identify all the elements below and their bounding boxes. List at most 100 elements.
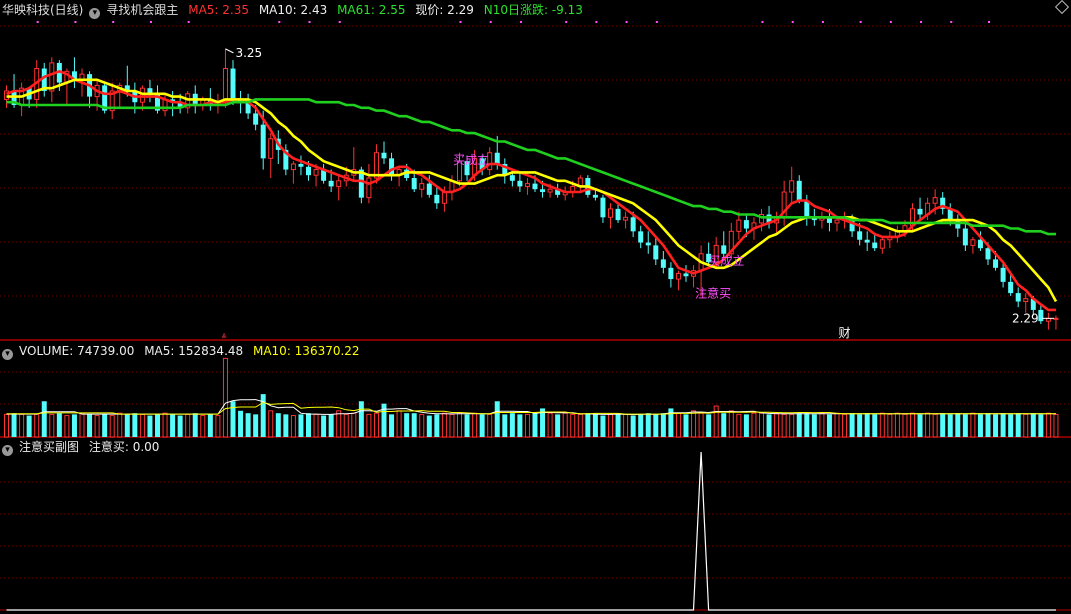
volume-bar bbox=[600, 415, 606, 437]
volume-bar bbox=[532, 413, 538, 437]
candle bbox=[962, 222, 968, 251]
candle-body bbox=[789, 180, 795, 193]
ma61-label: MA61: 2.55 bbox=[337, 3, 406, 17]
volume-bar bbox=[71, 414, 77, 437]
high-marker-line bbox=[225, 48, 234, 54]
volume-bar bbox=[245, 413, 251, 437]
volume-bar bbox=[502, 414, 508, 437]
signal-dot bbox=[625, 21, 628, 23]
candle-body bbox=[336, 180, 342, 187]
volume-bar bbox=[902, 413, 908, 438]
signal-dot bbox=[950, 21, 953, 23]
sub-title: 注意买副图 bbox=[19, 440, 80, 454]
candle bbox=[396, 166, 402, 187]
volume-bar bbox=[781, 413, 787, 438]
volume-bar bbox=[683, 414, 689, 437]
dropdown-icon[interactable]: ▾ bbox=[89, 8, 101, 19]
volume-bar bbox=[706, 414, 712, 437]
volume-bar bbox=[64, 415, 70, 438]
volume-bar bbox=[698, 412, 704, 438]
volume-bar bbox=[207, 414, 213, 437]
volume-bar bbox=[993, 414, 999, 437]
volume-bar bbox=[947, 414, 953, 437]
candle bbox=[774, 211, 780, 235]
candle-body bbox=[1023, 298, 1029, 303]
volume-bar bbox=[426, 415, 432, 437]
signal-dot bbox=[565, 21, 568, 23]
candle-body bbox=[645, 242, 651, 246]
volume-bar bbox=[623, 413, 629, 438]
volume-bar bbox=[487, 413, 493, 438]
volume-bar bbox=[555, 414, 561, 437]
volume-bar bbox=[109, 415, 115, 438]
event-marker: ⩓ bbox=[221, 331, 226, 341]
volume-bar bbox=[155, 414, 160, 437]
volume-bar bbox=[592, 414, 598, 437]
candle bbox=[562, 186, 568, 201]
volume-bar bbox=[102, 414, 108, 437]
candle bbox=[185, 90, 191, 114]
last-price-label: 2.29 bbox=[1012, 311, 1039, 325]
candle-body bbox=[230, 68, 236, 100]
signal-dot bbox=[889, 21, 892, 23]
chart-stage: 3.25 2.29 买成立 买成立 注意买财 ⩓ 华映科技(日线) ▾ 寻找机会跟主 MA5:… bbox=[0, 0, 1071, 614]
volume-bar bbox=[917, 414, 923, 437]
candle bbox=[162, 93, 168, 117]
volume-bar bbox=[570, 413, 576, 438]
candle bbox=[434, 186, 440, 209]
volume-bar bbox=[449, 413, 455, 438]
volume-bar bbox=[804, 413, 810, 437]
volume-bar bbox=[366, 413, 372, 438]
dropdown-icon[interactable]: ▾ bbox=[2, 445, 13, 456]
signal-dot bbox=[338, 21, 341, 23]
buy-signal-label: 买成立 bbox=[453, 152, 489, 167]
candle-body bbox=[917, 208, 923, 215]
signal-dot bbox=[595, 21, 598, 23]
volume-bar bbox=[132, 413, 138, 437]
candle bbox=[1038, 304, 1044, 324]
volume-bar bbox=[849, 413, 855, 437]
candle-body bbox=[743, 220, 749, 229]
volume-bar bbox=[306, 413, 311, 437]
signal-dot bbox=[791, 21, 794, 23]
candle bbox=[864, 231, 870, 251]
candle bbox=[577, 175, 583, 193]
volume-bar bbox=[887, 413, 893, 438]
candle bbox=[796, 175, 802, 204]
candle bbox=[675, 270, 681, 291]
candle-body bbox=[419, 183, 425, 190]
candle bbox=[49, 57, 55, 103]
signal-dot bbox=[308, 21, 311, 23]
volume-bar bbox=[789, 413, 795, 438]
candle-body bbox=[389, 158, 395, 176]
volume-bar bbox=[472, 412, 478, 438]
volume-bar bbox=[517, 414, 523, 437]
candle-body bbox=[517, 180, 523, 187]
volume-bar bbox=[660, 413, 666, 437]
candle-body bbox=[796, 180, 802, 201]
dropdown-icon[interactable]: ▾ bbox=[2, 349, 13, 360]
candle-body bbox=[426, 183, 432, 195]
candle-body bbox=[547, 188, 553, 193]
candle bbox=[660, 250, 666, 274]
signal-dot bbox=[519, 21, 522, 23]
volume-bar bbox=[298, 414, 304, 437]
volume-ma-line-ma10 bbox=[6, 401, 1056, 415]
stock-name: 华映科技(日线) bbox=[2, 3, 84, 17]
candle bbox=[653, 236, 659, 266]
volume-bar bbox=[268, 410, 274, 438]
volume-bar bbox=[774, 412, 780, 438]
volume-bar bbox=[419, 413, 425, 438]
candle bbox=[879, 236, 885, 254]
volume-bar bbox=[826, 414, 832, 437]
candle bbox=[268, 133, 274, 178]
volume-bar bbox=[238, 410, 244, 437]
volume-bar bbox=[192, 413, 198, 437]
candle bbox=[819, 211, 825, 229]
volume-bar bbox=[759, 412, 764, 438]
candle bbox=[389, 152, 395, 181]
candle bbox=[789, 166, 795, 204]
volume-bar bbox=[139, 413, 145, 438]
candle-body bbox=[1000, 267, 1006, 282]
sub-value-label: 注意买: 0.00 bbox=[88, 440, 160, 454]
